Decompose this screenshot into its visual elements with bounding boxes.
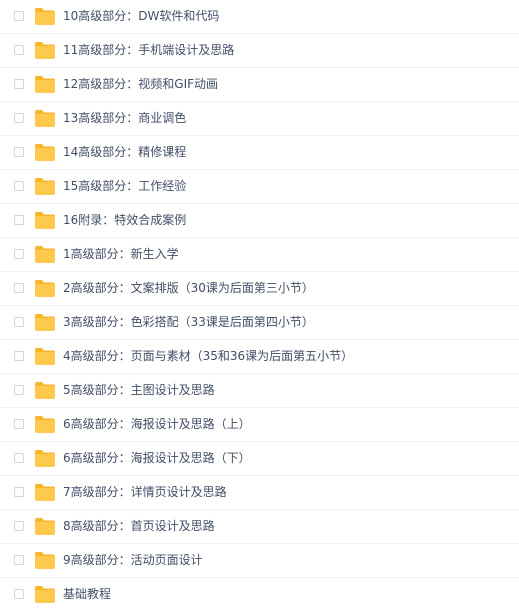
folder-row[interactable]: 13高级部分：商业调色 xyxy=(0,102,519,136)
folder-icon xyxy=(35,76,55,93)
row-checkbox[interactable] xyxy=(14,113,24,123)
folder-row[interactable]: 基础教程 xyxy=(0,578,519,612)
folder-name[interactable]: 3高级部分：色彩搭配（33课是后面第四小节） xyxy=(63,306,314,339)
row-checkbox[interactable] xyxy=(14,147,24,157)
folder-icon xyxy=(35,314,55,331)
folder-name[interactable]: 6高级部分：海报设计及思路（下） xyxy=(63,442,251,475)
folder-icon xyxy=(35,246,55,263)
folder-row[interactable]: 1高级部分：新生入学 xyxy=(0,238,519,272)
folder-row[interactable]: 12高级部分：视频和GIF动画 xyxy=(0,68,519,102)
folder-icon xyxy=(35,518,55,535)
row-checkbox[interactable] xyxy=(14,419,24,429)
folder-icon xyxy=(35,552,55,569)
folder-row[interactable]: 10高级部分：DW软件和代码 xyxy=(0,0,519,34)
folder-icon xyxy=(35,348,55,365)
folder-name[interactable]: 14高级部分：精修课程 xyxy=(63,136,186,169)
folder-icon xyxy=(35,42,55,59)
row-checkbox[interactable] xyxy=(14,215,24,225)
folder-row[interactable]: 16附录：特效合成案例 xyxy=(0,204,519,238)
folder-name[interactable]: 1高级部分：新生入学 xyxy=(63,238,179,271)
folder-name[interactable]: 7高级部分：详情页设计及思路 xyxy=(63,476,227,509)
folder-name[interactable]: 13高级部分：商业调色 xyxy=(63,102,186,135)
folder-icon xyxy=(35,586,55,603)
folder-row[interactable]: 14高级部分：精修课程 xyxy=(0,136,519,170)
folder-row[interactable]: 8高级部分：首页设计及思路 xyxy=(0,510,519,544)
row-checkbox[interactable] xyxy=(14,589,24,599)
folder-name[interactable]: 5高级部分：主图设计及思路 xyxy=(63,374,215,407)
row-checkbox[interactable] xyxy=(14,453,24,463)
folder-name[interactable]: 2高级部分：文案排版（30课为后面第三小节） xyxy=(63,272,314,305)
folder-icon xyxy=(35,280,55,297)
row-checkbox[interactable] xyxy=(14,351,24,361)
folder-name[interactable]: 4高级部分：页面与素材（35和36课为后面第五小节） xyxy=(63,340,353,373)
row-checkbox[interactable] xyxy=(14,487,24,497)
folder-name[interactable]: 15高级部分：工作经验 xyxy=(63,170,186,203)
folder-icon xyxy=(35,110,55,127)
folder-name[interactable]: 12高级部分：视频和GIF动画 xyxy=(63,68,218,101)
folder-icon xyxy=(35,484,55,501)
folder-name[interactable]: 11高级部分：手机端设计及思路 xyxy=(63,34,234,67)
folder-icon xyxy=(35,450,55,467)
row-checkbox[interactable] xyxy=(14,555,24,565)
folder-row[interactable]: 2高级部分：文案排版（30课为后面第三小节） xyxy=(0,272,519,306)
row-checkbox[interactable] xyxy=(14,11,24,21)
row-checkbox[interactable] xyxy=(14,181,24,191)
folder-icon xyxy=(35,8,55,25)
folder-row[interactable]: 5高级部分：主图设计及思路 xyxy=(0,374,519,408)
row-checkbox[interactable] xyxy=(14,521,24,531)
folder-icon xyxy=(35,178,55,195)
folder-row[interactable]: 9高级部分：活动页面设计 xyxy=(0,544,519,578)
folder-row[interactable]: 6高级部分：海报设计及思路（下） xyxy=(0,442,519,476)
folder-icon xyxy=(35,416,55,433)
folder-icon xyxy=(35,144,55,161)
row-checkbox[interactable] xyxy=(14,283,24,293)
folder-name[interactable]: 9高级部分：活动页面设计 xyxy=(63,544,203,577)
file-list: 10高级部分：DW软件和代码 11高级部分：手机端设计及思路 12高级部分：视频和G… xyxy=(0,0,519,612)
row-checkbox[interactable] xyxy=(14,249,24,259)
folder-row[interactable]: 7高级部分：详情页设计及思路 xyxy=(0,476,519,510)
folder-name[interactable]: 8高级部分：首页设计及思路 xyxy=(63,510,215,543)
folder-name[interactable]: 10高级部分：DW软件和代码 xyxy=(63,0,219,33)
folder-name[interactable]: 6高级部分：海报设计及思路（上） xyxy=(63,408,251,441)
folder-row[interactable]: 11高级部分：手机端设计及思路 xyxy=(0,34,519,68)
folder-row[interactable]: 3高级部分：色彩搭配（33课是后面第四小节） xyxy=(0,306,519,340)
row-checkbox[interactable] xyxy=(14,79,24,89)
folder-icon xyxy=(35,382,55,399)
folder-row[interactable]: 4高级部分：页面与素材（35和36课为后面第五小节） xyxy=(0,340,519,374)
folder-name[interactable]: 基础教程 xyxy=(63,578,111,611)
folder-name[interactable]: 16附录：特效合成案例 xyxy=(63,204,186,237)
folder-row[interactable]: 6高级部分：海报设计及思路（上） xyxy=(0,408,519,442)
row-checkbox[interactable] xyxy=(14,385,24,395)
row-checkbox[interactable] xyxy=(14,45,24,55)
row-checkbox[interactable] xyxy=(14,317,24,327)
folder-row[interactable]: 15高级部分：工作经验 xyxy=(0,170,519,204)
folder-icon xyxy=(35,212,55,229)
